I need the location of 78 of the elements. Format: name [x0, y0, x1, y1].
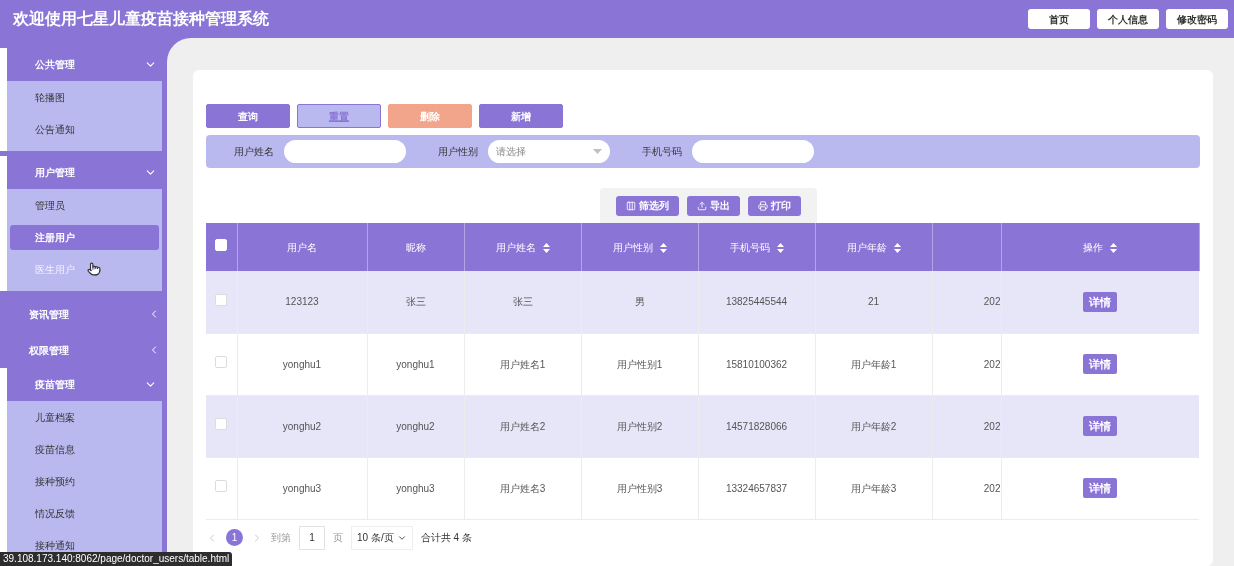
table-cell: 202 [932, 457, 1001, 519]
table-cell: yonghu2 [367, 395, 464, 457]
goto-label: 到第 [271, 531, 291, 545]
page-input[interactable]: 1 [299, 525, 325, 550]
table-cell: 用户性别3 [581, 457, 698, 519]
table-cell: 张三 [464, 271, 581, 333]
hand-pointer-icon [87, 262, 101, 276]
checkbox[interactable] [215, 356, 228, 368]
input-field[interactable] [692, 140, 814, 163]
table-cell: 202 [932, 395, 1001, 457]
sort-icon[interactable] [893, 242, 901, 253]
table-cell: 15810100362 [698, 333, 815, 395]
checkbox[interactable] [215, 293, 228, 306]
table-cell: 13825445544 [698, 271, 815, 333]
nav-button[interactable]: 修改密码 [1166, 9, 1228, 29]
menu-item[interactable]: 疫苗信息 [10, 436, 159, 462]
filter-label: 手机号码 [642, 145, 682, 159]
status-url-tooltip: 39.108.173.140:8062/page/doctor_users/table.html [0, 552, 233, 566]
table-cell: 用户年龄1 [815, 333, 932, 395]
table-cell: 男 [581, 271, 698, 333]
sort-icon[interactable] [1110, 242, 1117, 253]
detail-button[interactable]: 详情 [1083, 478, 1118, 498]
upload-icon [696, 200, 707, 211]
table-cell: yonghu2 [237, 395, 367, 457]
menu-item[interactable]: 儿童档案 [10, 404, 159, 430]
table-cell: 用户姓名1 [464, 333, 581, 395]
table-cell: 14571828066 [698, 395, 815, 457]
tool-button[interactable]: 打印 [747, 195, 801, 216]
page-size-select[interactable]: 10 条/页 [351, 525, 413, 550]
filter-label: 用户姓名 [234, 145, 274, 159]
action-button[interactable]: 重置 [297, 104, 381, 128]
page-unit: 页 [333, 531, 343, 545]
total-count: 合计共 4 条 [420, 531, 472, 545]
detail-button[interactable]: 详情 [1083, 416, 1118, 436]
tool-button[interactable]: 导出 [686, 195, 740, 216]
table-cell: 张三 [367, 271, 464, 333]
table-cell: yonghu3 [367, 457, 464, 519]
sort-icon[interactable] [542, 242, 550, 253]
action-button[interactable]: 查询 [206, 104, 290, 128]
action-button[interactable]: 删除 [388, 104, 472, 128]
input-field[interactable] [284, 140, 406, 163]
table-cell: 用户年龄2 [815, 395, 932, 457]
table-cell: 用户年龄3 [815, 457, 932, 519]
table-cell: 21 [815, 271, 932, 333]
filter-label: 用户性别 [438, 145, 478, 159]
table-cell: 用户性别2 [581, 395, 698, 457]
select-field[interactable]: 请选择 [488, 140, 610, 163]
table-cell: yonghu1 [237, 333, 367, 395]
nav-button[interactable]: 个人信息 [1097, 9, 1159, 29]
page-button[interactable]: 1 [226, 529, 243, 546]
table-cell: 用户姓名3 [464, 457, 581, 519]
table-cell: 13324657837 [698, 457, 815, 519]
table-cell: 用户性别1 [581, 333, 698, 395]
nav-button[interactable]: 首页 [1028, 9, 1090, 29]
columns-icon [625, 200, 636, 211]
checkbox[interactable] [215, 418, 228, 430]
tool-button[interactable]: 筛选列 [615, 195, 679, 216]
table-cell: 202 [932, 271, 1001, 333]
printer-icon [757, 200, 768, 211]
table-cell: 123123 [237, 271, 367, 333]
menu-item[interactable]: 注册用户 [10, 224, 159, 250]
menu-item[interactable]: 公告通知 [10, 116, 159, 142]
table-cell: yonghu1 [367, 333, 464, 395]
table-cell: 202 [932, 333, 1001, 395]
table-cell: yonghu3 [237, 457, 367, 519]
menu-item[interactable]: 情况反馈 [10, 500, 159, 526]
menu-item[interactable]: 接种预约 [10, 468, 159, 494]
detail-button[interactable]: 详情 [1083, 354, 1118, 374]
sort-icon[interactable] [776, 242, 784, 253]
checkbox[interactable] [215, 480, 228, 492]
menu-item[interactable]: 管理员 [10, 192, 159, 218]
detail-button[interactable]: 详情 [1083, 291, 1118, 312]
caret-icon [593, 149, 602, 154]
action-button[interactable]: 新增 [479, 104, 563, 128]
menu-item[interactable]: 轮播图 [10, 84, 159, 110]
app-title: 欢迎使用七星儿童疫苗接种管理系统 [13, 9, 269, 29]
sort-icon[interactable] [659, 242, 667, 253]
table-cell: 用户姓名2 [464, 395, 581, 457]
